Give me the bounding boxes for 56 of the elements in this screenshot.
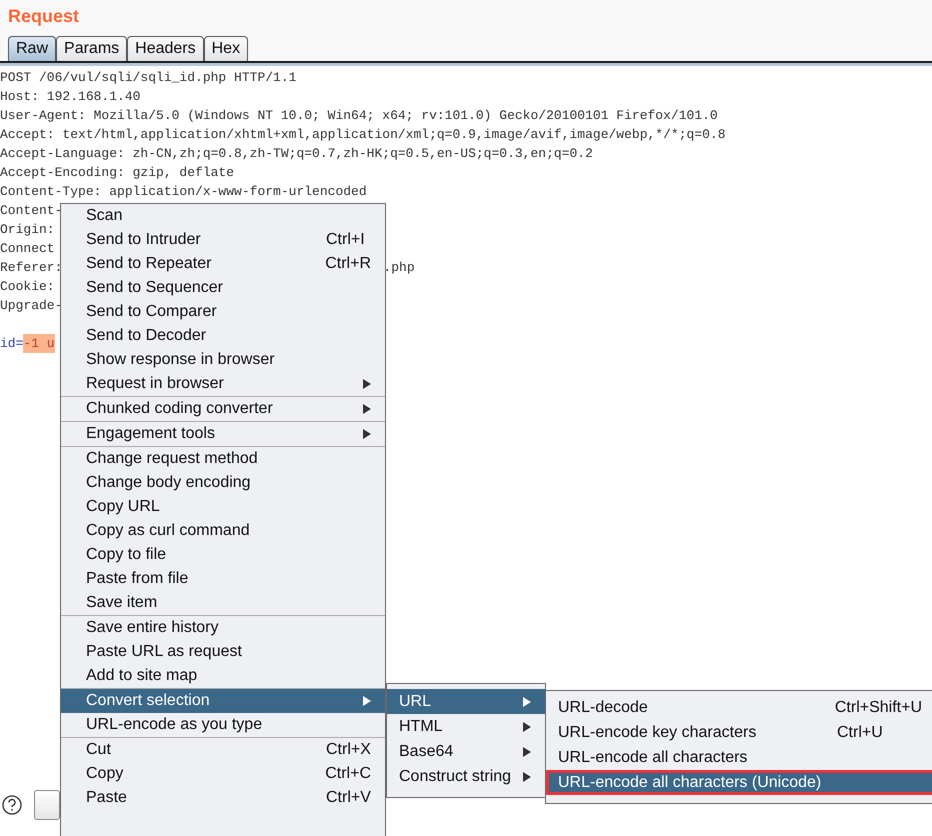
menu-item[interactable]: URL-encode all characters (Unicode) <box>546 770 932 795</box>
menu-item[interactable]: Paste Ctrl+V <box>61 786 385 810</box>
request-line: Connect <box>0 240 55 258</box>
menu-item[interactable]: Send to Repeater Ctrl+R <box>61 252 385 276</box>
menu-item[interactable]: Send to Comparer <box>61 300 385 324</box>
menu-item[interactable]: Scan <box>61 204 385 228</box>
menu-item[interactable]: Change body encoding <box>61 471 385 495</box>
menu-item[interactable]: URL-decode Ctrl+Shift+U <box>546 695 932 720</box>
request-line: Upgrade- <box>0 297 62 315</box>
menu-item[interactable]: Show response in browser <box>61 348 385 372</box>
request-line: Host: 192.168.1.40 <box>0 88 140 106</box>
help-icon[interactable] <box>2 795 22 815</box>
menu-item[interactable]: Chunked coding converter <box>61 397 385 421</box>
menu-item[interactable]: Change request method <box>61 447 385 471</box>
request-line: User-Agent: Mozilla/5.0 (Windows NT 10.0; Win64; x64; rv:101.0) Gecko/20100101 Firefox/101.0 <box>0 107 718 125</box>
menu-item[interactable]: Copy as curl command <box>61 519 385 543</box>
menu-item[interactable]: Save entire history <box>61 616 385 640</box>
request-line: Accept-Encoding: gzip, deflate <box>0 164 234 182</box>
toolbar-button[interactable] <box>34 790 60 820</box>
tab[interactable]: Headers <box>127 36 204 61</box>
menu-item[interactable]: Request in browser <box>61 372 385 396</box>
menu-item[interactable]: Construct string <box>387 764 545 789</box>
menu-item[interactable]: HTML <box>387 714 545 739</box>
request-line: Accept: text/html,application/xhtml+xml,application/xml;q=0.9,image/avif,image/webp,*/*;q=0.8 <box>0 126 726 144</box>
menu-item[interactable]: Send to Sequencer <box>61 276 385 300</box>
menu-item[interactable]: Send to Decoder <box>61 324 385 348</box>
menu-item[interactable]: Add to site map <box>61 664 385 688</box>
menu-item[interactable]: URL-encode as you type <box>61 713 385 737</box>
menu-item[interactable]: Base64 <box>387 739 545 764</box>
tab[interactable]: Hex <box>204 36 248 61</box>
request-line: Accept-Language: zh-CN,zh;q=0.8,zh-TW;q=0.7,zh-HK;q=0.5,en-US;q=0.3,en;q=0.2 <box>0 145 593 163</box>
menu-item[interactable]: Send to Intruder Ctrl+I <box>61 228 385 252</box>
menu-item[interactable]: Paste URL as request <box>61 640 385 664</box>
menu-item[interactable]: URL-encode key characters Ctrl+U <box>546 720 932 745</box>
selected-text: -1 u <box>23 334 55 353</box>
menu-item[interactable]: Copy Ctrl+C <box>61 762 385 786</box>
param-name: id= <box>0 335 24 353</box>
tab[interactable]: Params <box>56 36 128 61</box>
tab[interactable]: Raw <box>8 36 56 61</box>
menu-item[interactable]: Save item <box>61 591 385 615</box>
menu-item[interactable]: URL-encode all characters <box>546 745 932 770</box>
menu-item[interactable]: Paste from file <box>61 567 385 591</box>
panel-title: Request <box>8 5 80 28</box>
menu-item[interactable]: Cut Ctrl+X <box>61 738 385 762</box>
menu-item[interactable]: Copy to file <box>61 543 385 567</box>
menu-item[interactable]: Copy URL <box>61 495 385 519</box>
menu-item[interactable]: Convert selection <box>61 689 385 713</box>
request-line: Cookie: <box>0 278 55 296</box>
request-line: .php <box>383 259 415 277</box>
request-line: Referer: <box>0 259 62 277</box>
menu-item[interactable]: Engagement tools <box>61 422 385 446</box>
request-line: Origin: <box>0 221 55 239</box>
request-line: POST /06/vul/sqli/sqli_id.php HTTP/1.1 <box>0 69 296 87</box>
request-line: Content-Type: application/x-www-form-urlencoded <box>0 183 367 201</box>
menu-item[interactable]: URL <box>387 689 545 714</box>
request-line: Content- <box>0 202 62 220</box>
